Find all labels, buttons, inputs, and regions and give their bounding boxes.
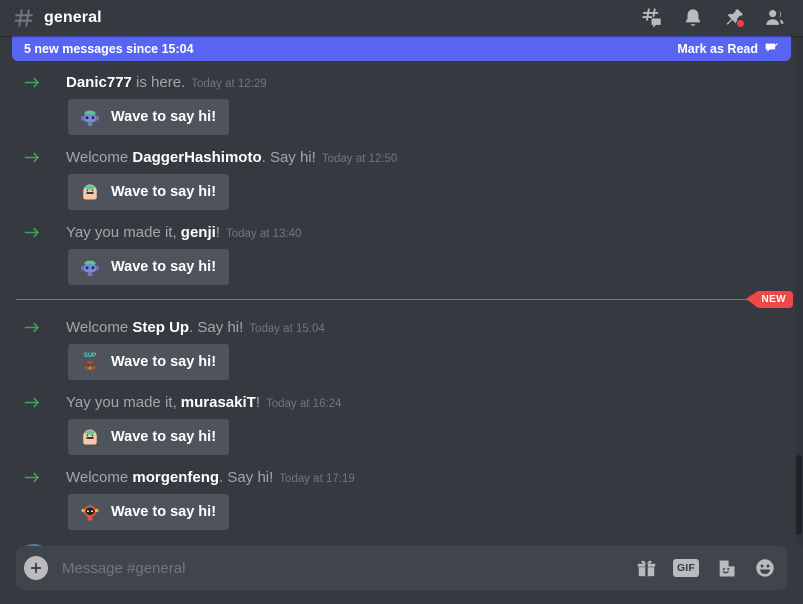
arrow-right-icon bbox=[20, 222, 44, 242]
peach-blob-emoji-icon bbox=[78, 180, 102, 204]
gif-icon[interactable]: GIF bbox=[673, 559, 699, 577]
wave-button-label: Wave to say hi! bbox=[111, 429, 217, 445]
pin-unread-dot bbox=[736, 19, 745, 28]
members-icon[interactable] bbox=[763, 6, 787, 30]
wave-to-say-hi-button[interactable]: Wave to say hi! bbox=[68, 494, 230, 530]
wumpus-blue-robot-emoji-icon bbox=[78, 255, 102, 279]
new-messages-text: 5 new messages since 15:04 bbox=[24, 41, 194, 56]
system-message-line: Danic777 is here. Today at 12:29 bbox=[0, 73, 755, 95]
channel-name: general bbox=[44, 9, 102, 26]
new-messages-bar[interactable]: 5 new messages since 15:04 Mark as Read bbox=[12, 36, 791, 61]
plus-icon[interactable] bbox=[24, 556, 48, 580]
hash-icon bbox=[12, 6, 36, 30]
message-timestamp: Today at 15:04 bbox=[249, 323, 325, 335]
wave-to-say-hi-button[interactable]: Wave to say hi! bbox=[68, 419, 230, 455]
header-actions bbox=[640, 6, 793, 30]
wave-to-say-hi-button[interactable]: Wave to say hi! bbox=[68, 174, 230, 210]
wave-button-label: Wave to say hi! bbox=[111, 504, 217, 520]
arrow-right-icon bbox=[20, 392, 44, 412]
wave-to-say-hi-button[interactable]: SUP Wave to say hi! bbox=[68, 344, 230, 380]
joined-username[interactable]: DaggerHashimoto bbox=[132, 149, 261, 166]
system-message-line: Welcome DaggerHashimoto. Say hi! Today at… bbox=[0, 148, 755, 170]
joined-username[interactable]: genji bbox=[181, 224, 216, 241]
svg-text:SUP: SUP bbox=[84, 353, 96, 359]
bell-icon[interactable] bbox=[681, 6, 705, 30]
wave-button-label: Wave to say hi! bbox=[111, 259, 217, 275]
system-message: Yay you made it, genji! Today at 13:40 Wa… bbox=[0, 221, 803, 285]
system-message-text: Welcome morgenfeng. Say hi! Today at 17:1… bbox=[66, 469, 355, 486]
message-scrollbar-thumb[interactable] bbox=[796, 455, 802, 535]
joined-username[interactable]: Step Up bbox=[132, 319, 189, 336]
system-message-line: Welcome morgenfeng. Say hi! Today at 17:1… bbox=[0, 468, 755, 490]
message-input[interactable]: Message #general bbox=[62, 560, 624, 577]
system-message-text: Yay you made it, murasakiT! Today at 16:2… bbox=[66, 394, 342, 411]
mark-as-read-label: Mark as Read bbox=[677, 41, 758, 56]
system-message-text: Yay you made it, genji! Today at 13:40 bbox=[66, 224, 302, 241]
pin-icon[interactable] bbox=[722, 6, 746, 30]
arrow-right-icon bbox=[20, 147, 44, 167]
joined-username[interactable]: Danic777 bbox=[66, 74, 132, 91]
emoji-icon[interactable] bbox=[753, 556, 777, 580]
system-message-text: Welcome Step Up. Say hi! Today at 15:04 bbox=[66, 319, 325, 336]
sup-dog-emoji-icon: SUP bbox=[78, 350, 102, 374]
system-message-text: Danic777 is here. Today at 12:29 bbox=[66, 74, 267, 91]
system-message-line: Welcome Step Up. Say hi! Today at 15:04 bbox=[0, 318, 755, 340]
wave-button-label: Wave to say hi! bbox=[111, 354, 217, 370]
message-timestamp: Today at 12:29 bbox=[191, 78, 267, 90]
arrow-right-icon bbox=[20, 467, 44, 487]
discord-app-window: general 5 new messages since 15:04 Mark … bbox=[0, 0, 803, 604]
message-composer[interactable]: Message #general GIF bbox=[16, 546, 787, 590]
system-message-line: Yay you made it, murasakiT! Today at 16:2… bbox=[0, 393, 755, 415]
wave-to-say-hi-button[interactable]: Wave to say hi! bbox=[68, 99, 230, 135]
system-message: Welcome DaggerHashimoto. Say hi! Today at… bbox=[0, 146, 803, 210]
arrow-right-icon bbox=[20, 72, 44, 92]
mark-read-icon bbox=[764, 41, 779, 56]
new-messages-divider: NEW bbox=[16, 291, 793, 308]
new-badge: NEW bbox=[746, 291, 793, 308]
wave-button-label: Wave to say hi! bbox=[111, 184, 217, 200]
channel-header: general bbox=[0, 0, 803, 36]
message-timestamp: Today at 13:40 bbox=[225, 228, 302, 240]
wave-to-say-hi-button[interactable]: Wave to say hi! bbox=[68, 249, 230, 285]
system-message-text: Welcome DaggerHashimoto. Say hi! Today at… bbox=[66, 149, 398, 166]
message-timestamp: Today at 17:19 bbox=[279, 473, 355, 485]
joined-username[interactable]: morgenfeng bbox=[132, 469, 219, 486]
system-message: Yay you made it, murasakiT! Today at 16:2… bbox=[0, 391, 803, 455]
message-timestamp: Today at 16:24 bbox=[266, 398, 342, 410]
mark-as-read-button[interactable]: Mark as Read bbox=[677, 41, 779, 56]
system-message: Danic777 is here. Today at 12:29 Wave to … bbox=[0, 71, 803, 135]
composer-actions: GIF bbox=[634, 556, 777, 580]
wumpus-blue-robot-emoji-icon bbox=[78, 105, 102, 129]
message-composer-area: Message #general GIF bbox=[0, 546, 803, 604]
system-message-line: Yay you made it, genji! Today at 13:40 bbox=[0, 223, 755, 245]
message-timestamp: Today at 12:50 bbox=[321, 153, 398, 165]
message-list: Wave to say hi! Danic777 is here.Today a… bbox=[0, 36, 803, 546]
joined-username[interactable]: murasakiT bbox=[181, 394, 256, 411]
system-message: Welcome morgenfeng. Say hi! Today at 17:1… bbox=[0, 466, 803, 530]
gift-icon[interactable] bbox=[634, 556, 658, 580]
wave-button-label: Wave to say hi! bbox=[111, 109, 217, 125]
arrow-right-icon bbox=[20, 317, 44, 337]
system-message: Welcome Step Up. Say hi! Today at 15:04 S… bbox=[0, 316, 803, 380]
red-robot-emoji-icon bbox=[78, 500, 102, 524]
peach-blob-emoji-icon bbox=[78, 425, 102, 449]
threads-icon[interactable] bbox=[640, 6, 664, 30]
sticker-icon[interactable] bbox=[714, 556, 738, 580]
